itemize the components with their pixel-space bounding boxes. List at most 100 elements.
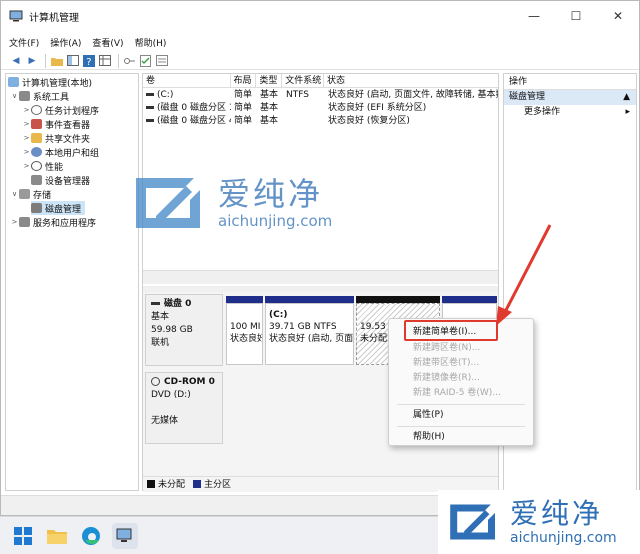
cdrom-icon: [151, 377, 160, 386]
disk0-label[interactable]: 磁盘 0 基本 59.98 GB 联机: [145, 294, 223, 366]
column-header-type[interactable]: 类型: [256, 74, 283, 88]
computer-icon: [8, 77, 19, 87]
list-icon[interactable]: [155, 54, 169, 68]
partition-c-bar: [265, 296, 354, 303]
table-row[interactable]: (C:) 简单 基本 NTFS 状态良好 (启动, 页面文件, 故障转储, 基本…: [143, 89, 498, 102]
brand-logo-icon: [450, 504, 495, 540]
chevron-right-icon[interactable]: >: [22, 120, 31, 128]
menu-item-new-raid5-volume: 新建 RAID-5 卷(W)...: [413, 388, 501, 398]
menu-item-new-mirrored-volume: 新建镜像卷(R)...: [413, 373, 480, 383]
device-manager-icon: [31, 175, 42, 185]
chevron-down-icon[interactable]: ∨: [10, 92, 19, 100]
menu-item-help[interactable]: 帮助(H): [389, 430, 533, 445]
watermark-corner: 爱纯净 aichunjing.com: [438, 490, 640, 554]
chevron-right-icon[interactable]: >: [22, 134, 31, 142]
services-icon: [19, 217, 30, 227]
computer-management-icon: [9, 10, 23, 22]
menu-divider: [397, 426, 525, 427]
menu-file[interactable]: 文件(F): [9, 36, 39, 49]
title-bar: 计算机管理 — ☐ ✕: [1, 1, 639, 31]
column-header-status[interactable]: 状态: [324, 74, 498, 88]
chevron-right-icon: ▸: [625, 107, 630, 117]
computer-management-taskbar-icon[interactable]: [112, 522, 138, 549]
recovery-bar: [442, 296, 497, 303]
toolbar: ◀ ▶ ?: [1, 52, 639, 70]
edge-browser-icon[interactable]: [78, 523, 104, 549]
help-icon[interactable]: ?: [82, 54, 96, 68]
disk-icon: [31, 203, 42, 213]
legend-swatch-primary: [193, 479, 202, 488]
partition1-bar: [226, 296, 263, 303]
svg-text:?: ?: [86, 57, 91, 67]
key-icon[interactable]: [123, 54, 137, 68]
grid-icon[interactable]: [98, 54, 112, 68]
legend-swatch-unallocated: [147, 479, 155, 488]
windows-start-icon[interactable]: [10, 523, 36, 549]
table-row[interactable]: (磁盘 0 磁盘分区 4) 简单 基本 状态良好 (恢复分区): [143, 115, 498, 128]
toolbar-divider: [45, 53, 46, 68]
partition-efi[interactable]: 100 MI 状态良好: [226, 303, 263, 365]
window-title: 计算机管理: [29, 12, 79, 24]
actions-section-disk-management[interactable]: 磁盘管理 ▲: [504, 90, 636, 105]
tree-item-task-scheduler[interactable]: > 任务计划程序: [22, 103, 99, 117]
table-row[interactable]: (磁盘 0 磁盘分区 1) 简单 基本 状态良好 (EFI 系统分区): [143, 102, 498, 115]
tree-item-performance[interactable]: > 性能: [22, 159, 63, 173]
annotation-arrow: [496, 224, 552, 326]
forward-icon[interactable]: ▶: [25, 54, 39, 68]
navigation-tree: 计算机管理(本地) ∨ 系统工具 > 任务计划程序 > 事件查看器 > 共享文件…: [5, 73, 139, 491]
chevron-right-icon[interactable]: >: [22, 148, 31, 156]
tools-icon: [19, 91, 30, 101]
column-header-layout[interactable]: 布局: [231, 74, 257, 88]
panel-icon[interactable]: [66, 54, 80, 68]
tree-item-system-tools[interactable]: ∨ 系统工具: [10, 89, 69, 103]
clock-icon: [31, 105, 42, 115]
legend-bar: 未分配 主分区: [143, 476, 498, 490]
column-header-filesystem[interactable]: 文件系统: [282, 74, 325, 88]
chevron-down-icon[interactable]: ∨: [10, 190, 19, 198]
tree-item-services[interactable]: > 服务和应用程序: [10, 215, 96, 229]
no-entry-icon: [31, 161, 42, 171]
file-explorer-icon[interactable]: [44, 523, 70, 549]
disk-icon: [151, 302, 160, 305]
menu-bar: 文件(F) 操作(A) 查看(V) 帮助(H): [1, 33, 639, 51]
actions-header: 操作: [504, 74, 636, 90]
volume-icon: [146, 93, 154, 96]
volume-list-header: 卷 布局 类型 文件系统 状态: [143, 74, 498, 88]
tree-item-disk-management[interactable]: 磁盘管理: [31, 201, 86, 215]
tree-item-root[interactable]: 计算机管理(本地): [8, 75, 92, 89]
partition-c[interactable]: (C:) 39.71 GB NTFS 状态良好 (启动, 页面,: [265, 303, 354, 365]
tree-item-event-viewer[interactable]: > 事件查看器: [22, 117, 90, 131]
tree-item-local-users[interactable]: > 本地用户和组: [22, 145, 99, 159]
volume-icon: [146, 119, 154, 122]
menu-view[interactable]: 查看(V): [92, 36, 123, 49]
menu-help[interactable]: 帮助(H): [135, 36, 167, 49]
check-icon[interactable]: [139, 54, 153, 68]
unallocated-bar: [356, 296, 440, 303]
highlight-box: [404, 320, 498, 341]
column-header-volume[interactable]: 卷: [143, 74, 231, 88]
folder-icon[interactable]: [50, 54, 64, 68]
menu-item-properties[interactable]: 属性(P): [389, 408, 533, 423]
chevron-right-icon[interactable]: >: [10, 218, 19, 226]
minimize-button[interactable]: —: [513, 1, 555, 31]
brand-logo-icon: [136, 178, 200, 228]
more-actions-item[interactable]: 更多操作 ▸: [504, 105, 636, 120]
tree-item-storage[interactable]: ∨ 存储: [10, 187, 51, 201]
watermark: 爱纯净 aichunjing.com: [130, 172, 332, 234]
back-icon[interactable]: ◀: [9, 54, 23, 68]
caret-up-icon[interactable]: ▲: [623, 90, 630, 105]
close-button[interactable]: ✕: [597, 1, 639, 31]
maximize-button[interactable]: ☐: [555, 1, 597, 31]
horizontal-scrollbar[interactable]: [143, 270, 498, 284]
chevron-right-icon[interactable]: >: [22, 106, 31, 114]
chevron-right-icon[interactable]: >: [22, 162, 31, 170]
menu-item-new-striped-volume: 新建带区卷(T)...: [413, 358, 480, 368]
shared-folder-icon: [31, 133, 42, 143]
users-icon: [31, 147, 42, 157]
storage-icon: [19, 189, 30, 199]
tree-item-device-manager[interactable]: 设备管理器: [31, 173, 90, 187]
cdrom-label[interactable]: CD-ROM 0 DVD (D:) 无媒体: [145, 372, 223, 444]
menu-divider: [397, 404, 525, 405]
menu-action[interactable]: 操作(A): [50, 36, 81, 49]
tree-item-shared-folders[interactable]: > 共享文件夹: [22, 131, 90, 145]
